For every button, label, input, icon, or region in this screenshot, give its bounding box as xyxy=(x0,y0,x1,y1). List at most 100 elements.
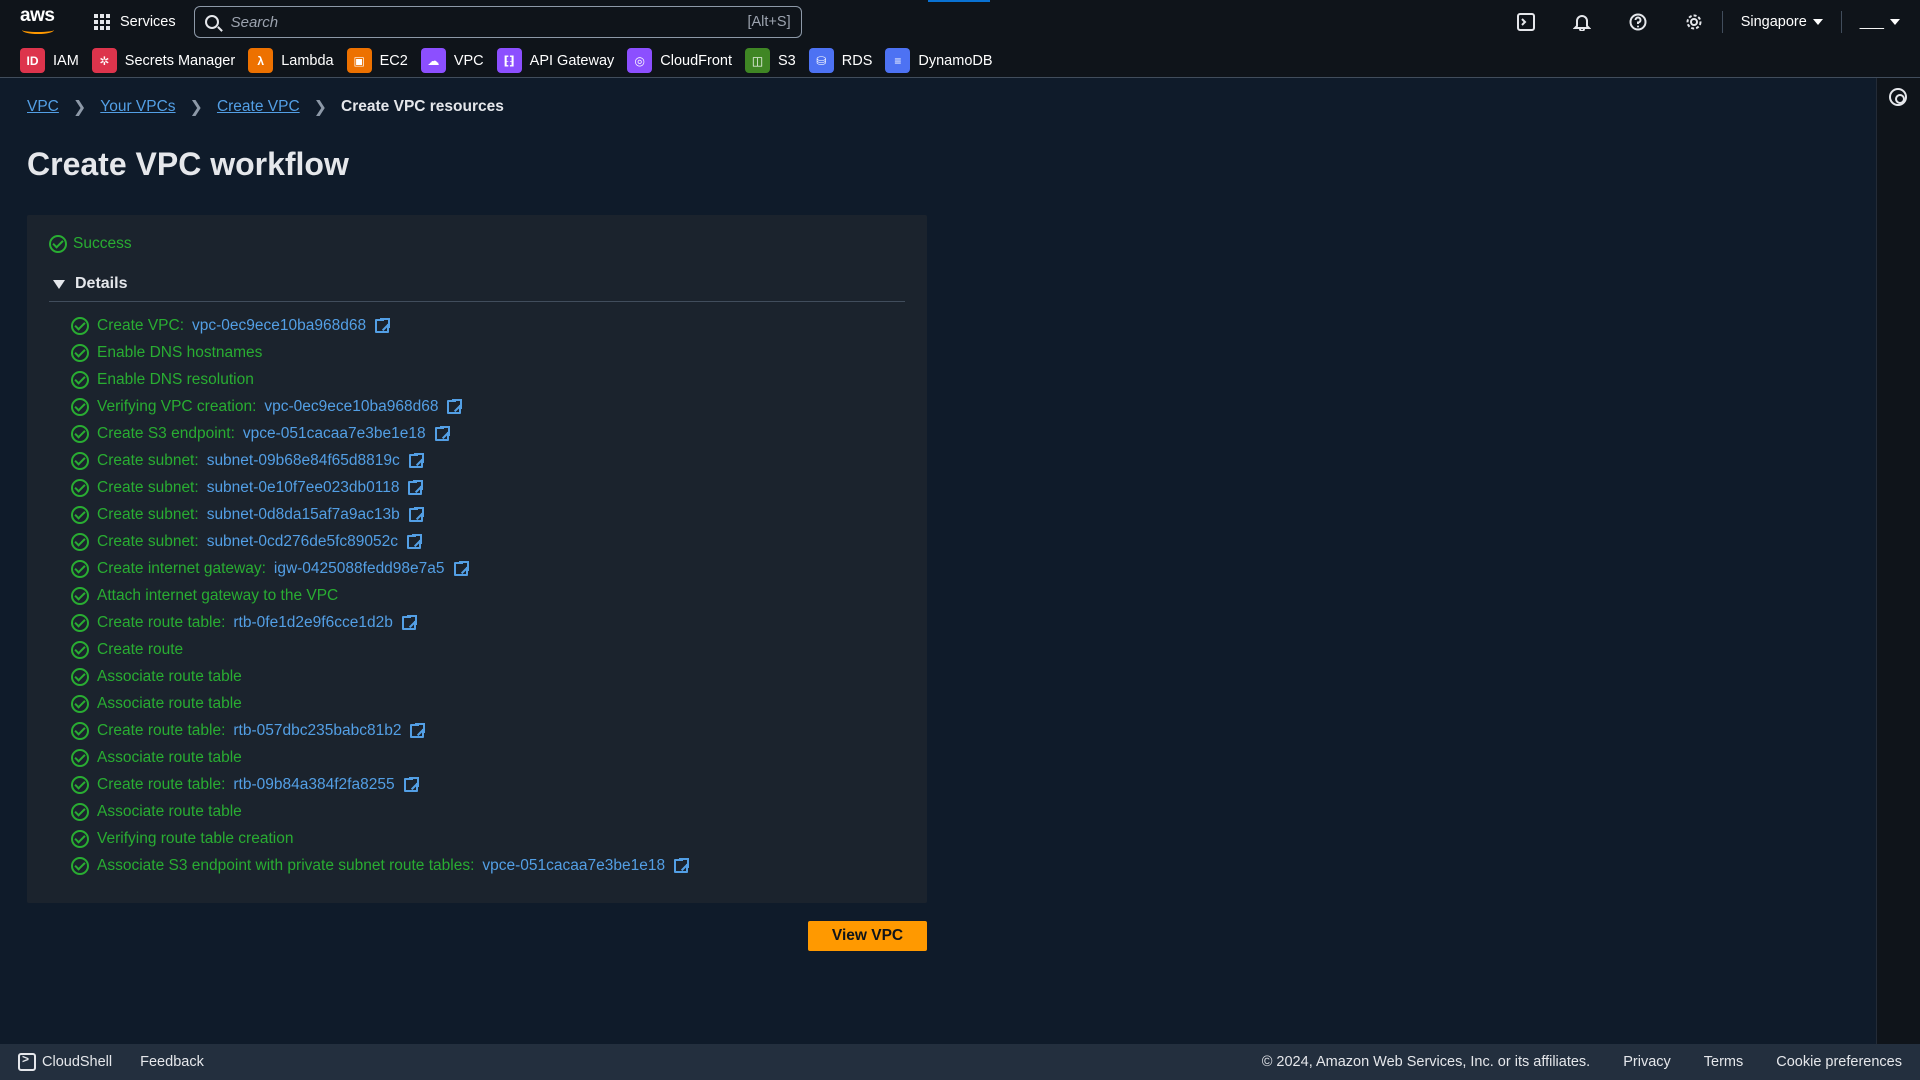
nav-accent-bar xyxy=(928,0,990,2)
step-item: Create subnet: subnet-0cd276de5fc89052c xyxy=(71,528,688,555)
external-link-icon[interactable] xyxy=(453,559,470,576)
resource-link[interactable]: rtb-0fe1d2e9f6cce1d2b xyxy=(233,614,392,632)
step-text: Create VPC: xyxy=(97,316,185,334)
resource-link[interactable]: subnet-0d8da15af7a9ac13b xyxy=(207,506,400,524)
status-label: Success xyxy=(73,235,132,252)
right-utility-rail xyxy=(1876,78,1920,1044)
favorite-s3[interactable]: ◫ S3 xyxy=(745,48,796,73)
resource-link[interactable]: subnet-09b68e84f65d8819c xyxy=(207,452,400,470)
search-box[interactable]: [Alt+S] xyxy=(193,6,802,38)
step-text: Verifying route table creation xyxy=(97,829,294,847)
external-link-icon[interactable] xyxy=(408,505,425,522)
favorite-iam[interactable]: ID IAM xyxy=(20,48,79,73)
external-link-icon[interactable] xyxy=(401,613,418,630)
breadcrumb-vpc[interactable]: VPC xyxy=(27,98,59,116)
success-check-icon xyxy=(71,316,89,335)
view-vpc-button[interactable]: View VPC xyxy=(808,921,927,951)
step-text: Associate route table xyxy=(97,667,242,685)
cookie-preferences-link[interactable]: Cookie preferences xyxy=(1776,1054,1902,1070)
aws-logo[interactable]: aws xyxy=(20,6,56,37)
step-item: Associate route table xyxy=(71,663,688,690)
resource-link[interactable]: vpc-0ec9ece10ba968d68 xyxy=(264,398,438,416)
favorite-label: Lambda xyxy=(281,52,334,69)
step-text: Create subnet: xyxy=(97,532,199,550)
breadcrumb-create-vpc[interactable]: Create VPC xyxy=(217,98,300,116)
favorite-vpc[interactable]: ☁ VPC xyxy=(420,48,484,73)
favorite-dynamodb[interactable]: ≡ DynamoDB xyxy=(885,48,993,73)
step-text: Create route xyxy=(97,640,184,658)
api-gateway-icon: ⁅⁆ xyxy=(496,48,522,73)
external-link-icon[interactable] xyxy=(447,397,464,414)
resource-link[interactable]: vpc-0ec9ece10ba968d68 xyxy=(192,317,366,335)
favorite-label: VPC xyxy=(453,52,484,69)
resource-link[interactable]: rtb-057dbc235babc81b2 xyxy=(233,722,401,740)
resource-link[interactable]: igw-0425088fedd98e7a5 xyxy=(274,560,445,578)
success-check-icon xyxy=(71,667,89,686)
step-item: Associate S3 endpoint with private subne… xyxy=(71,852,691,879)
cloudshell-icon[interactable] xyxy=(1498,0,1554,44)
success-check-icon xyxy=(71,640,89,659)
privacy-link[interactable]: Privacy xyxy=(1623,1054,1671,1070)
help-icon[interactable] xyxy=(1610,0,1666,44)
step-text: Create route table: xyxy=(97,613,226,631)
favorite-cloudfront[interactable]: ◎ CloudFront xyxy=(627,48,732,73)
settings-gear-icon[interactable] xyxy=(1666,0,1722,44)
page-title: Create VPC workflow xyxy=(27,146,349,182)
lambda-icon: λ xyxy=(248,48,274,73)
favorite-ec2[interactable]: ▣ EC2 xyxy=(346,48,408,73)
favorite-label: IAM xyxy=(53,52,79,69)
step-item: Create VPC: vpc-0ec9ece10ba968d68 xyxy=(71,312,688,339)
feedback-link[interactable]: Feedback xyxy=(140,1054,204,1070)
external-link-icon[interactable] xyxy=(674,856,691,873)
favorite-label: CloudFront xyxy=(660,52,733,69)
external-link-icon[interactable] xyxy=(410,721,427,738)
assistant-icon[interactable] xyxy=(1889,88,1907,106)
external-link-icon[interactable] xyxy=(408,451,425,468)
account-menu[interactable]: ___ xyxy=(1842,14,1920,30)
step-item: Create S3 endpoint: vpce-051cacaa7e3be1e1… xyxy=(71,420,688,447)
favorite-label: RDS xyxy=(841,52,873,69)
resource-link[interactable]: subnet-0cd276de5fc89052c xyxy=(207,533,398,551)
resource-link[interactable]: rtb-09b84a384f2fa8255 xyxy=(233,776,394,794)
dynamodb-icon: ≡ xyxy=(885,48,911,73)
breadcrumb-current: Create VPC resources xyxy=(341,98,504,115)
success-check-icon xyxy=(71,343,89,362)
success-check-icon xyxy=(71,451,89,470)
step-text: Create route table: xyxy=(97,775,226,793)
favorite-rds[interactable]: ⛁ RDS xyxy=(808,48,873,73)
resource-link[interactable]: subnet-0e10f7ee023db0118 xyxy=(207,479,400,497)
success-check-icon xyxy=(71,505,89,524)
step-item: Associate route table xyxy=(71,744,688,771)
favorite-api-gateway[interactable]: ⁅⁆ API Gateway xyxy=(496,48,614,73)
search-input[interactable] xyxy=(230,13,748,31)
s3-icon: ◫ xyxy=(745,48,771,73)
cloudshell-label: CloudShell xyxy=(42,1054,113,1070)
step-text: Create internet gateway: xyxy=(97,559,266,577)
notifications-bell-icon[interactable] xyxy=(1554,0,1610,44)
external-link-icon[interactable] xyxy=(407,532,424,549)
favorite-lambda[interactable]: λ Lambda xyxy=(248,48,334,73)
details-toggle[interactable]: Details xyxy=(53,275,127,293)
caret-down-icon xyxy=(53,279,65,289)
external-link-icon[interactable] xyxy=(408,478,425,495)
success-check-icon xyxy=(71,694,89,713)
account-label: ___ xyxy=(1859,14,1884,30)
region-selector[interactable]: Singapore xyxy=(1723,14,1841,30)
step-text: Associate route table xyxy=(97,802,242,820)
external-link-icon[interactable] xyxy=(375,316,392,333)
success-check-icon xyxy=(71,613,89,632)
favorite-label: Secrets Manager xyxy=(124,52,236,69)
terms-link[interactable]: Terms xyxy=(1704,1054,1743,1070)
breadcrumb-your-vpcs[interactable]: Your VPCs xyxy=(100,98,175,116)
cloudshell-button[interactable]: CloudShell xyxy=(18,1052,113,1071)
resource-link[interactable]: vpce-051cacaa7e3be1e18 xyxy=(482,857,665,875)
success-check-icon xyxy=(71,478,89,497)
rds-icon: ⛁ xyxy=(808,48,834,73)
external-link-icon[interactable] xyxy=(434,424,451,441)
favorite-secrets-manager[interactable]: ✲ Secrets Manager xyxy=(91,48,236,73)
step-text: Associate S3 endpoint with private subne… xyxy=(97,856,475,874)
success-check-icon xyxy=(71,370,89,389)
external-link-icon[interactable] xyxy=(403,775,420,792)
services-menu-button[interactable]: Services xyxy=(94,14,176,30)
resource-link[interactable]: vpce-051cacaa7e3be1e18 xyxy=(243,425,426,443)
